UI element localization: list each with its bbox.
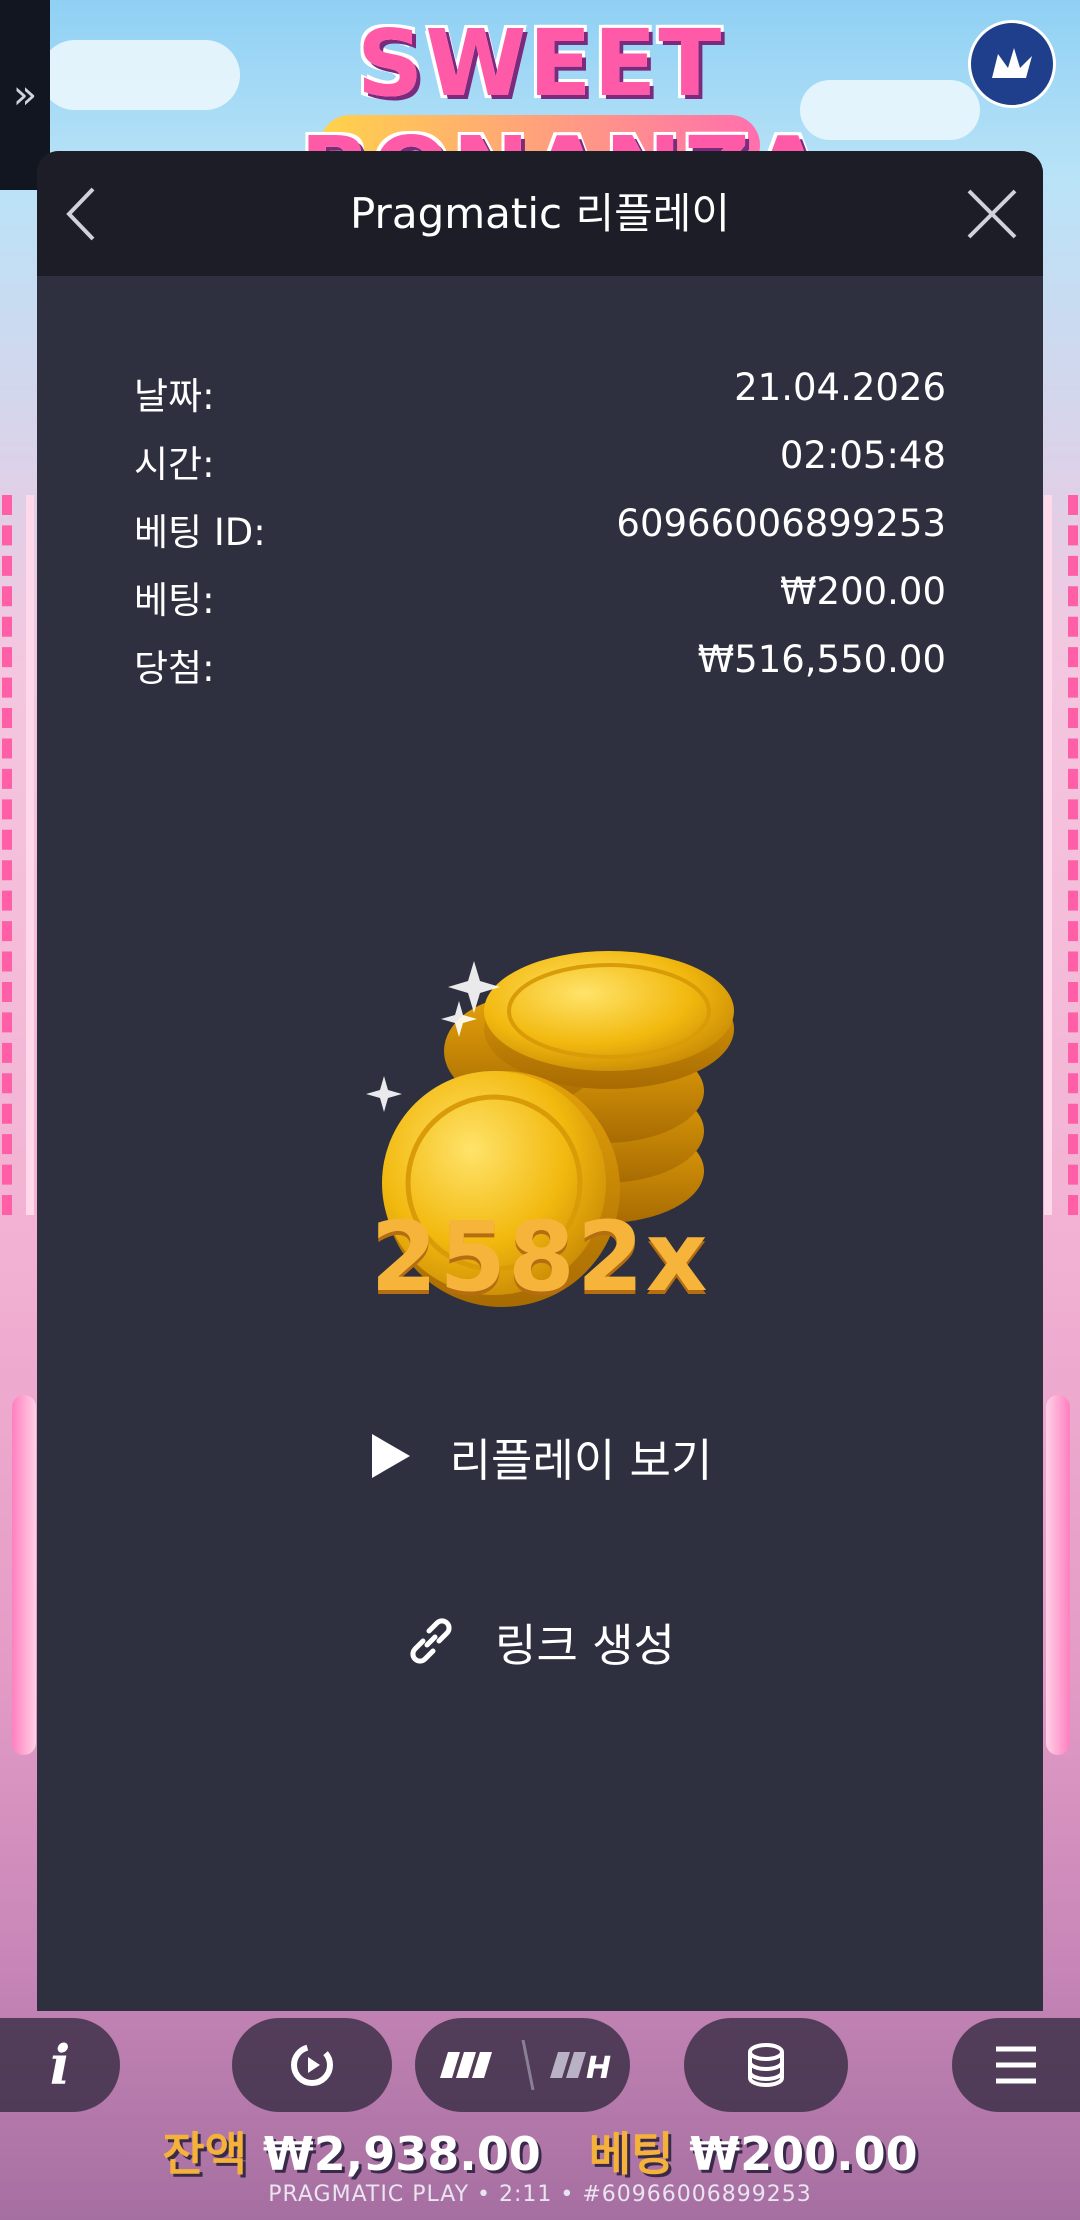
menu-icon [996,2046,1036,2084]
close-icon [967,189,1017,239]
balance-display: 잔액 ₩2,938.00 베팅 ₩200.00 [0,2118,1080,2184]
detail-label: 당첨: [134,647,215,690]
detail-row-time: 시간: 02:05:48 [134,434,946,494]
autoplay-button[interactable] [232,2018,392,2112]
background-cloud [800,80,980,140]
menu-button[interactable] [952,2018,1080,2112]
detail-label: 베팅: [134,579,215,622]
bet-value: ₩200.00 [689,2127,918,2181]
background-cloud [40,40,240,110]
double-chevron-right-icon: » [12,72,38,118]
detail-row-win: 당첨: ₩516,550.00 [134,638,946,698]
detail-row-date: 날짜: 21.04.2026 [134,366,946,426]
crown-badge-button[interactable] [968,20,1056,108]
detail-row-bet: 베팅: ₩200.00 [134,570,946,630]
close-button[interactable] [959,181,1025,247]
replay-modal: Pragmatic 리플레이 날짜: 21.04.2026 시간: 02:05:… [37,151,1043,2011]
candy-frame-left [2,495,34,1215]
detail-value: 60966006899253 [616,502,946,545]
candy-frame-right [1044,495,1078,1215]
detail-label: 날짜: [134,375,215,418]
modal-header: Pragmatic 리플레이 [37,151,1043,276]
watch-replay-label: 리플레이 보기 [449,1433,713,1487]
detail-value: ₩516,550.00 [697,638,946,681]
create-link-label: 링크 생성 [495,1618,675,1672]
balance-value: ₩2,938.00 [262,2127,541,2181]
info-button[interactable]: i [0,2018,120,2112]
modal-title: Pragmatic 리플레이 [349,189,731,238]
bet-settings-button[interactable] [684,2018,848,2112]
detail-value: 02:05:48 [779,434,946,477]
detail-value: ₩200.00 [779,570,946,613]
link-icon [405,1615,457,1667]
info-icon: i [49,2033,71,2097]
play-icon [368,1432,412,1480]
detail-label: 시간: [134,443,215,486]
detail-label: 베팅 ID: [134,511,266,554]
svg-text:H: H [586,2051,611,2086]
watch-replay-button[interactable]: 리플레이 보기 [37,1416,1043,1496]
bet-label: 베팅 [588,2127,674,2181]
crown-icon [992,48,1032,78]
autoplay-icon [291,2044,333,2086]
game-footer: PRAGMATIC PLAY • 2:11 • #60966006899253 [268,2182,812,2207]
turbo-icon: H [439,2040,611,2090]
coins-icon [748,2043,784,2087]
turbo-button[interactable]: H [415,2018,630,2112]
candy-pillar-right [1046,1395,1070,1755]
detail-row-bet-id: 베팅 ID: 60966006899253 [134,502,946,562]
balance-label: 잔액 [162,2127,247,2181]
win-multiplier: 2582x [370,1201,710,1313]
game-logo: SWEET BONANZA [300,0,823,224]
candy-pillar-left [12,1395,36,1755]
detail-value: 21.04.2026 [734,366,946,409]
create-link-button[interactable]: 링크 생성 [37,1601,1043,1681]
